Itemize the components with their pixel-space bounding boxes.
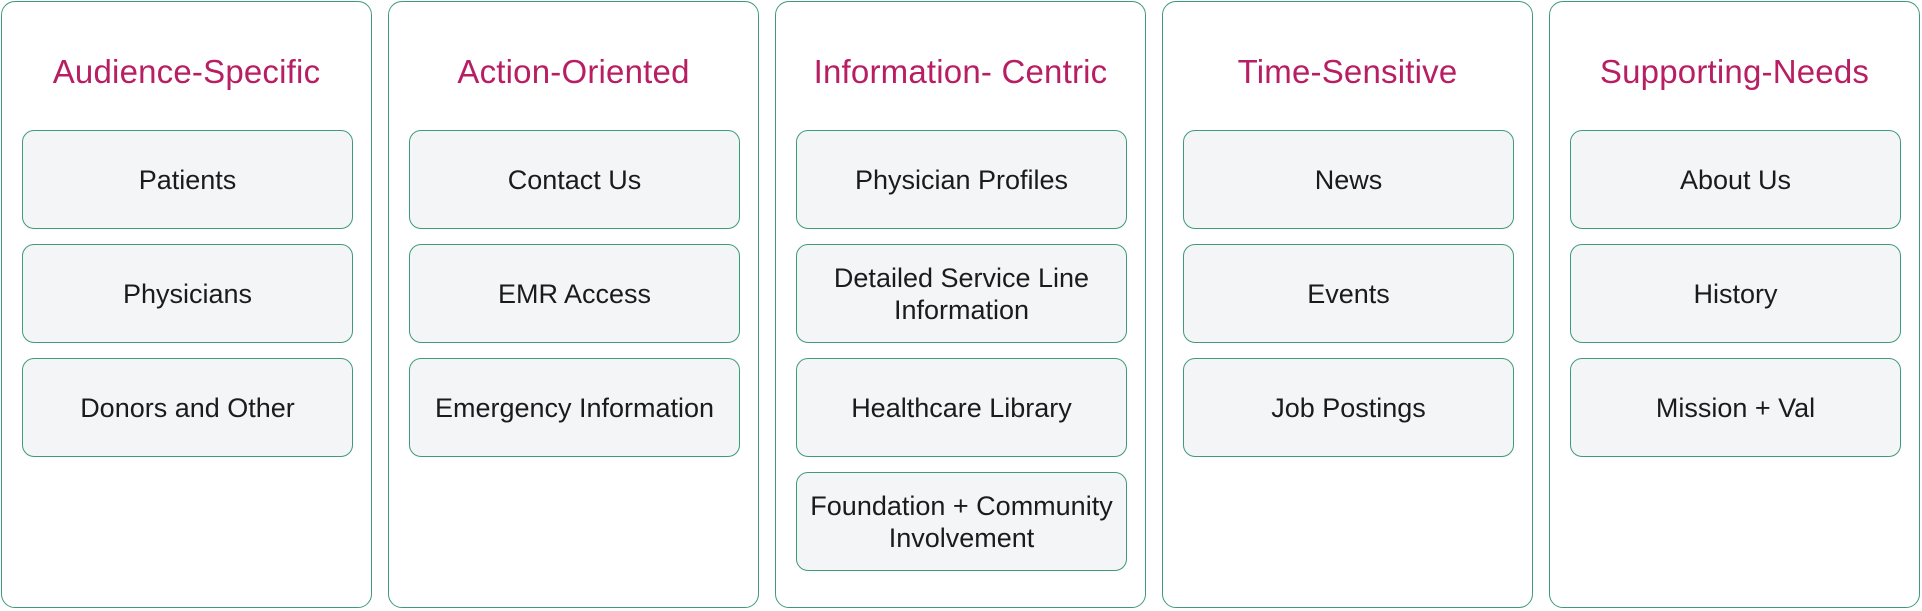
column-title: Information- Centric <box>813 53 1108 90</box>
card-physicians[interactable]: Physicians <box>22 244 353 343</box>
column-title: Supporting-Needs <box>1599 53 1870 90</box>
column-title: Audience-Specific <box>52 53 321 90</box>
column-audience-specific: Audience-Specific Patients Physicians Do… <box>1 1 372 608</box>
card-patients[interactable]: Patients <box>22 130 353 229</box>
card-label: Contact Us <box>507 164 642 195</box>
card-label: About Us <box>1679 164 1792 195</box>
card-label: Donors and Other <box>80 392 295 423</box>
card-donors-and-other[interactable]: Donors and Other <box>22 358 353 457</box>
column-title: Action-Oriented <box>457 53 690 90</box>
card-emergency-information[interactable]: Emergency Information <box>409 358 740 457</box>
card-label: Events <box>1307 278 1390 309</box>
card-label: Patients <box>138 164 237 195</box>
card-label: Physician Profiles <box>854 164 1069 195</box>
card-healthcare-library[interactable]: Healthcare Library <box>796 358 1127 457</box>
column-supporting-needs: Supporting-Needs About Us History Missio… <box>1549 1 1920 608</box>
card-foundation-community-involvement[interactable]: Foundation + Community Involvement <box>796 472 1127 571</box>
card-label: News <box>1314 164 1383 195</box>
card-mission-val[interactable]: Mission + Val <box>1570 358 1901 457</box>
card-news[interactable]: News <box>1183 130 1514 229</box>
card-emr-access[interactable]: EMR Access <box>409 244 740 343</box>
card-label: History <box>1693 278 1778 309</box>
card-label: Physicians <box>122 278 253 309</box>
column-information-centric: Information- Centric Physician Profiles … <box>775 1 1146 608</box>
card-label: Healthcare Library <box>851 392 1072 423</box>
card-label: Emergency Information <box>434 392 715 423</box>
card-label: Detailed Service Line Information <box>833 262 1090 325</box>
card-label: EMR Access <box>497 278 652 309</box>
card-contact-us[interactable]: Contact Us <box>409 130 740 229</box>
card-about-us[interactable]: About Us <box>1570 130 1901 229</box>
card-events[interactable]: Events <box>1183 244 1514 343</box>
column-action-oriented: Action-Oriented Contact Us EMR Access Em… <box>388 1 759 608</box>
card-history[interactable]: History <box>1570 244 1901 343</box>
card-label: Foundation + Community Involvement <box>810 490 1113 553</box>
card-label: Job Postings <box>1271 392 1426 423</box>
card-detailed-service-line-information[interactable]: Detailed Service Line Information <box>796 244 1127 343</box>
card-physician-profiles[interactable]: Physician Profiles <box>796 130 1127 229</box>
column-title: Time-Sensitive <box>1237 53 1458 90</box>
column-time-sensitive: Time-Sensitive News Events Job Postings <box>1162 1 1533 608</box>
card-label: Mission + Val <box>1655 392 1816 423</box>
card-job-postings[interactable]: Job Postings <box>1183 358 1514 457</box>
